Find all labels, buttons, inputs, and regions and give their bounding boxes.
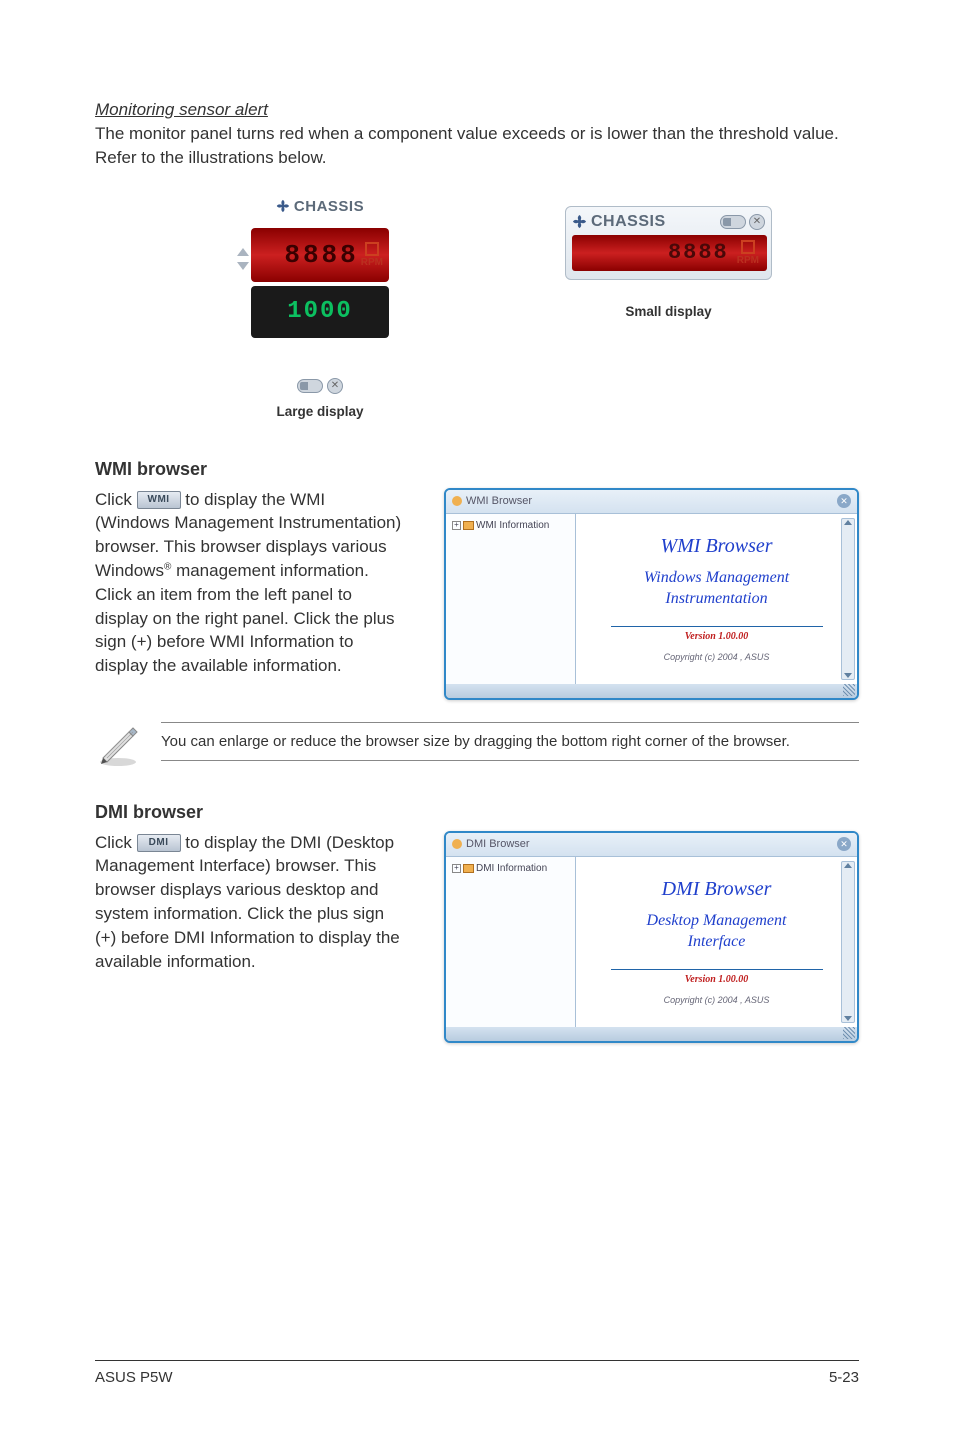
dmi-browser-window: DMI Browser ✕ + DMI Information DMI Brow… (444, 831, 859, 1043)
small-sensor-display: CHASSIS ✕ 8888 RPM Small display (565, 206, 772, 319)
close-circle-icon: ✕ (749, 214, 765, 230)
dmi-button[interactable]: DMI (137, 834, 181, 852)
large-display-caption: Large display (276, 404, 363, 419)
close-circle-icon: ✕ (327, 378, 343, 394)
wmi-button[interactable]: WMI (137, 491, 181, 509)
browser-main-subtitle: Windows ManagementInstrumentation (644, 568, 789, 610)
toggle-icon (297, 379, 323, 393)
fan-icon (276, 199, 290, 213)
folder-icon (463, 521, 474, 530)
browser-main-subtitle: Desktop ManagementInterface (647, 911, 787, 953)
tree-root-label[interactable]: DMI Information (476, 863, 547, 874)
monitoring-body: The monitor panel turns red when a compo… (95, 122, 859, 170)
wmi-body: Click WMI to display the WMI (Windows Ma… (95, 488, 404, 678)
wmi-browser-window: WMI Browser ✕ + WMI Information WMI Brow… (444, 488, 859, 700)
dmi-heading: DMI browser (95, 802, 859, 823)
monitoring-subtitle: Monitoring sensor alert (95, 100, 859, 120)
copyright-text: Copyright (c) 2004 , ASUS (664, 995, 770, 1005)
toggle-icon (720, 215, 746, 229)
small-display-caption: Small display (625, 304, 711, 319)
large-sensor-label: CHASSIS (294, 198, 364, 215)
browser-main-title: WMI Browser (660, 535, 772, 558)
large-sensor-display: CHASSIS 8888 RPM 1000 (235, 188, 405, 419)
tree-panel[interactable]: + WMI Information (446, 514, 576, 684)
resize-handle[interactable] (843, 684, 855, 696)
scroll-up-icon[interactable] (844, 863, 852, 868)
copyright-text: Copyright (c) 2004 , ASUS (664, 652, 770, 662)
scroll-down-icon[interactable] (844, 673, 852, 678)
threshold-value-panel: 1000 (251, 286, 389, 338)
wmi-heading: WMI browser (95, 459, 859, 480)
resize-handle[interactable] (843, 1027, 855, 1039)
close-icon[interactable]: ✕ (837, 837, 851, 851)
rpm-unit: RPM (737, 255, 759, 266)
content-panel: DMI Browser Desktop ManagementInterface … (576, 857, 857, 1027)
footer-right: 5-23 (829, 1369, 859, 1386)
alert-value-panel: 8888 RPM (251, 228, 389, 282)
browser-main-title: DMI Browser (662, 878, 772, 901)
content-panel: WMI Browser Windows ManagementInstrument… (576, 514, 857, 684)
scroll-down-icon[interactable] (844, 1016, 852, 1021)
small-alert-panel: 8888 RPM (572, 235, 767, 271)
window-title: DMI Browser (466, 838, 530, 850)
small-sensor-label: CHASSIS (591, 213, 666, 231)
note-text: You can enlarge or reduce the browser si… (161, 723, 859, 760)
close-icon[interactable]: ✕ (837, 494, 851, 508)
version-text: Version 1.00.00 (611, 969, 823, 985)
note-icon (95, 722, 141, 768)
rpm-unit: RPM (361, 257, 383, 268)
footer-left: ASUS P5W (95, 1369, 173, 1386)
dmi-body: Click DMI to display the DMI (Desktop Ma… (95, 831, 404, 974)
scrollbar[interactable] (841, 861, 855, 1023)
scrollbar[interactable] (841, 518, 855, 680)
threshold-arrows (235, 248, 251, 270)
fan-icon (572, 214, 587, 229)
expand-icon[interactable]: + (452, 521, 461, 530)
tree-panel[interactable]: + DMI Information (446, 857, 576, 1027)
app-icon (452, 839, 462, 849)
window-title: WMI Browser (466, 495, 532, 507)
app-icon (452, 496, 462, 506)
tree-root-label[interactable]: WMI Information (476, 520, 549, 531)
version-text: Version 1.00.00 (611, 626, 823, 642)
expand-icon[interactable]: + (452, 864, 461, 873)
scroll-up-icon[interactable] (844, 520, 852, 525)
folder-icon (463, 864, 474, 873)
